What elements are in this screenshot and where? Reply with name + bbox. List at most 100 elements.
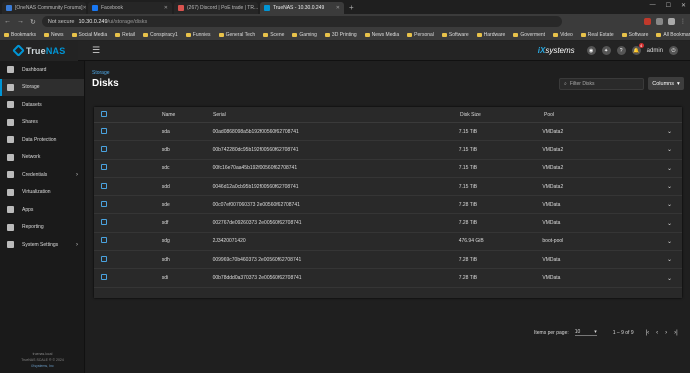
column-header-name[interactable]: Name [162, 112, 213, 118]
browser-tab[interactable]: Facebook ✕ [88, 2, 172, 14]
first-page-icon[interactable]: |‹ [646, 330, 650, 336]
help-icon[interactable]: ? [616, 46, 626, 55]
row-checkbox[interactable] [101, 237, 107, 244]
profile-icon[interactable] [668, 18, 675, 25]
bookmark-item[interactable]: Hardware [476, 32, 505, 38]
row-checkbox[interactable] [101, 274, 107, 281]
filter-disks-input[interactable]: ⌕ Filter Disks [559, 78, 644, 90]
sidebar-item-dashboard[interactable]: Dashboard [0, 61, 84, 79]
jobs-icon[interactable]: ✦ [601, 46, 611, 55]
column-header-disk-size[interactable]: Disk Size [460, 112, 544, 118]
column-header-pool[interactable]: Pool [544, 112, 669, 118]
breadcrumb[interactable]: Storage [92, 70, 110, 76]
sidebar-item-datasets[interactable]: Datasets [0, 96, 84, 114]
sidebar-item-credentials[interactable]: Credentials › [0, 166, 84, 184]
browser-tab[interactable]: [OneNAS Community Forums] ✕ [2, 2, 86, 14]
extension-icon[interactable] [656, 18, 663, 25]
row-checkbox[interactable] [101, 164, 107, 171]
ixsystems-link[interactable]: iXsystems, Inc [0, 363, 85, 369]
expand-row-icon[interactable]: ⌄ [667, 128, 682, 135]
table-row[interactable]: sde 00c07ef007060373 2e00560f62708741 7.28… [94, 196, 682, 215]
bookmark-item[interactable]: Goverment [513, 32, 545, 38]
sidebar-item-data-protection[interactable]: Data Protection [0, 131, 84, 149]
bookmark-item[interactable]: Personal [407, 32, 434, 38]
maximize-icon[interactable]: ☐ [666, 2, 671, 9]
bookmark-item[interactable]: Video [553, 32, 573, 38]
url-input[interactable]: Not secure 10.30.0.249 /ui/storage/disks [41, 16, 562, 27]
disk-pool: VMData2 [542, 128, 564, 135]
bookmark-item[interactable]: Bookmarks [4, 32, 36, 38]
table-row[interactable]: sdc 00fc16e70aa45b192f00560f62708741 7.15 … [94, 160, 682, 178]
sidebar-item-virtualization[interactable]: Virtualization [0, 184, 84, 202]
feedback-icon[interactable]: ◉ [586, 46, 596, 55]
expand-row-icon[interactable]: ⌄ [667, 201, 682, 208]
previous-page-icon[interactable]: ‹ [656, 330, 658, 336]
menu-kebab-icon[interactable]: ⋮ [680, 18, 686, 25]
sidebar-item-shares[interactable]: Shares [0, 114, 84, 132]
browser-tab[interactable]: (267) Discord | PoE trade | TR...✕ [174, 2, 258, 14]
back-icon[interactable]: ← [4, 18, 11, 25]
power-icon[interactable]: ⏻ [669, 46, 678, 55]
bookmark-item[interactable]: General Tech [218, 32, 255, 38]
table-row[interactable]: sdf 002767de09260373 2e00560f62708741 7.28… [94, 214, 682, 233]
bookmark-item[interactable]: Software [621, 32, 648, 38]
close-window-icon[interactable]: ✕ [681, 2, 686, 9]
bookmark-item[interactable]: News [44, 32, 64, 38]
expand-row-icon[interactable]: ⌄ [667, 256, 682, 263]
extension-icon[interactable] [644, 18, 651, 25]
row-checkbox[interactable] [101, 182, 107, 189]
last-page-icon[interactable]: ›| [674, 330, 678, 336]
table-row[interactable]: sda 00ad0868098a5b192f00560f62708741 7.15 … [94, 123, 682, 142]
row-checkbox[interactable] [101, 219, 107, 226]
bookmark-item[interactable]: Funnies [185, 32, 211, 38]
hamburger-menu-icon[interactable]: ☰ [92, 45, 100, 56]
bookmark-item[interactable]: Software [441, 32, 469, 38]
bookmark-item[interactable]: Scene [263, 32, 284, 38]
alerts-icon[interactable]: 🔔 4 [631, 43, 644, 55]
sidebar-item-apps[interactable]: Apps [0, 201, 84, 219]
expand-row-icon[interactable]: ⌄ [667, 220, 682, 227]
bookmark-item[interactable]: Gaming [292, 32, 317, 38]
table-row[interactable]: sdd 0046d12a0cb95b192f00560f62708741 7.15 … [94, 178, 682, 197]
expand-row-icon[interactable]: ⌄ [667, 238, 682, 245]
table-row[interactable]: sdb 00b742280dc95b192f00560f62708741 7.15 … [94, 141, 682, 160]
bookmark-item[interactable]: Real Estate [580, 32, 614, 38]
column-header-serial[interactable]: Serial [213, 112, 460, 118]
minimize-icon[interactable]: — [650, 2, 656, 9]
select-all-checkbox[interactable] [101, 110, 107, 117]
user-name[interactable]: admin [647, 48, 663, 54]
expand-row-icon[interactable]: ⌄ [667, 275, 682, 282]
reload-icon[interactable]: ↻ [30, 18, 36, 26]
bookmark-item[interactable]: Conspiracy1 [142, 32, 178, 38]
row-checkbox[interactable] [101, 145, 107, 152]
table-row[interactable]: sdg 2J3420071420 476.94 GiB boot-pool ⌄ [94, 233, 682, 252]
items-per-page-select[interactable]: 10 ▾ [574, 329, 597, 336]
new-tab-button[interactable]: + [349, 2, 354, 14]
sidebar-item-system-settings[interactable]: System Settings › [0, 236, 84, 254]
close-tab-icon[interactable]: ✕ [83, 5, 86, 11]
next-page-icon[interactable]: › [665, 330, 667, 336]
truenas-logo[interactable]: TrueNAS [0, 40, 78, 61]
table-row[interactable]: sdi 00b78ddd0a370373 2e00560f62708741 7.28… [94, 269, 682, 288]
bookmark-item[interactable]: 3D Printing [324, 32, 357, 38]
expand-row-icon[interactable]: ⌄ [667, 165, 682, 172]
expand-row-icon[interactable]: ⌄ [667, 183, 682, 190]
row-checkbox[interactable] [101, 127, 107, 134]
close-tab-icon[interactable]: ✕ [164, 5, 168, 11]
row-checkbox[interactable] [101, 255, 107, 262]
ixsystems-logo[interactable]: iXsystems [538, 46, 575, 55]
close-tab-icon[interactable]: ✕ [336, 5, 340, 11]
bookmark-item[interactable]: News Media [364, 32, 399, 38]
sidebar-item-storage[interactable]: Storage [0, 78, 84, 96]
sidebar-item-network[interactable]: Network [0, 149, 84, 167]
bookmark-item[interactable]: Social Media [71, 32, 107, 38]
expand-row-icon[interactable]: ⌄ [667, 146, 682, 153]
columns-button[interactable]: Columns ▾ [648, 77, 684, 90]
table-row[interactable]: sdh 009969c70b460373 2e00560f62708741 7.28… [94, 251, 682, 270]
browser-tab[interactable]: TrueNAS - 10.30.0.249 ✕ [260, 2, 344, 14]
bookmark-item[interactable]: Retail [115, 32, 135, 38]
sidebar-item-reporting[interactable]: Reporting [0, 219, 84, 237]
forward-icon[interactable]: → [17, 18, 24, 25]
row-checkbox[interactable] [101, 200, 107, 207]
all-bookmarks-button[interactable]: All Bookmarks [656, 32, 690, 38]
